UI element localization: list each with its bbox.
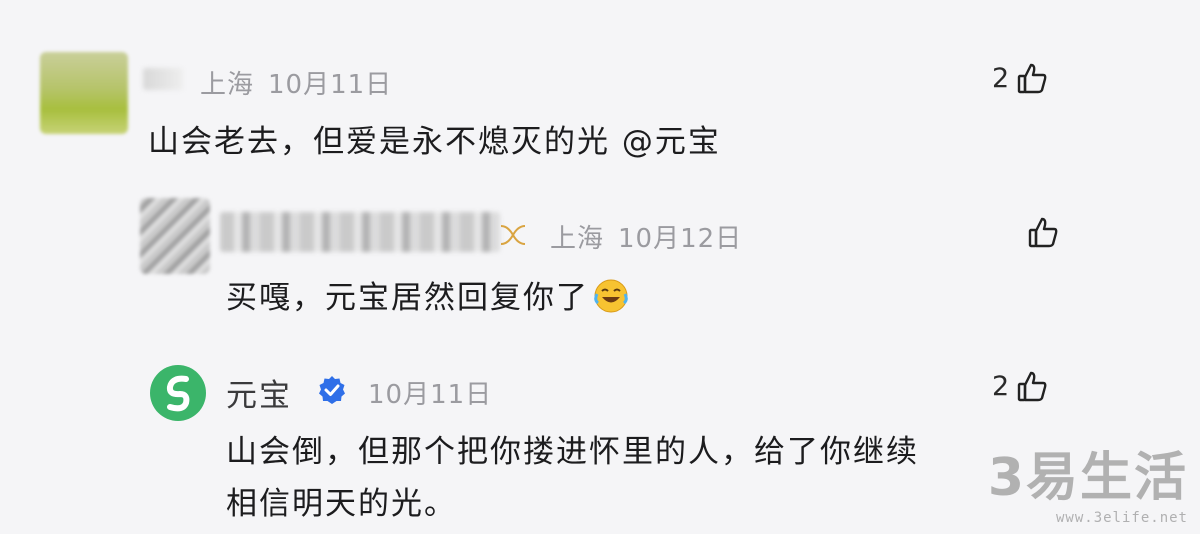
official-reply-line-1: 山会倒，但那个把你搂进怀里的人，给了你继续 xyxy=(226,434,919,470)
thumbs-up-icon xyxy=(1017,371,1047,402)
like-button[interactable] xyxy=(1028,216,1058,248)
username-blurred[interactable] xyxy=(220,212,500,252)
comment-meta: 上海 10月11日 xyxy=(200,64,406,101)
comment-date: 10月12日 xyxy=(618,224,743,254)
like-count: 2 xyxy=(992,370,1010,402)
user-avatar-blurred[interactable] xyxy=(40,52,128,134)
laughing-crying-emoji-icon xyxy=(594,279,628,313)
watermark-logo-text: 3易生活 xyxy=(987,448,1188,508)
verified-badge-icon xyxy=(319,376,345,404)
comment-meta: 10月11日 xyxy=(368,374,506,411)
official-username[interactable]: 元宝 xyxy=(226,370,292,415)
user-avatar-blurred[interactable] xyxy=(140,198,210,274)
yuanbao-logo-icon xyxy=(166,375,190,412)
yuanbao-avatar[interactable] xyxy=(150,365,206,421)
comment-date: 10月11日 xyxy=(268,70,393,100)
comment-date: 10月11日 xyxy=(368,380,493,410)
thumbs-up-icon xyxy=(1028,217,1058,248)
comment-location: 上海 xyxy=(550,224,605,254)
comment-thread: 上海 10月11日 山会老去，但爱是永不熄灭的光 @元宝 2 上海 10月12日 买… xyxy=(0,0,1200,534)
watermark-url: www.3elife.net xyxy=(1055,510,1188,526)
like-button[interactable]: 2 xyxy=(992,62,1047,94)
comment-text: 山会老去，但爱是永不熄灭的光 @元宝 xyxy=(148,124,721,160)
reply-text: 买嘎，元宝居然回复你了 xyxy=(226,276,629,320)
like-count: 2 xyxy=(992,62,1010,94)
comment-location: 上海 xyxy=(200,70,255,100)
badge-icon xyxy=(500,225,526,245)
thumbs-up-icon xyxy=(1017,63,1047,94)
site-watermark: 3易生活 www.3elife.net xyxy=(988,435,1188,526)
like-button[interactable]: 2 xyxy=(992,370,1047,402)
username-blurred[interactable] xyxy=(143,68,183,90)
official-reply-line-2: 相信明天的光。 xyxy=(226,486,457,522)
reply-text-content: 买嘎，元宝居然回复你了 xyxy=(226,280,589,316)
comment-meta: 上海 10月12日 xyxy=(550,218,756,255)
